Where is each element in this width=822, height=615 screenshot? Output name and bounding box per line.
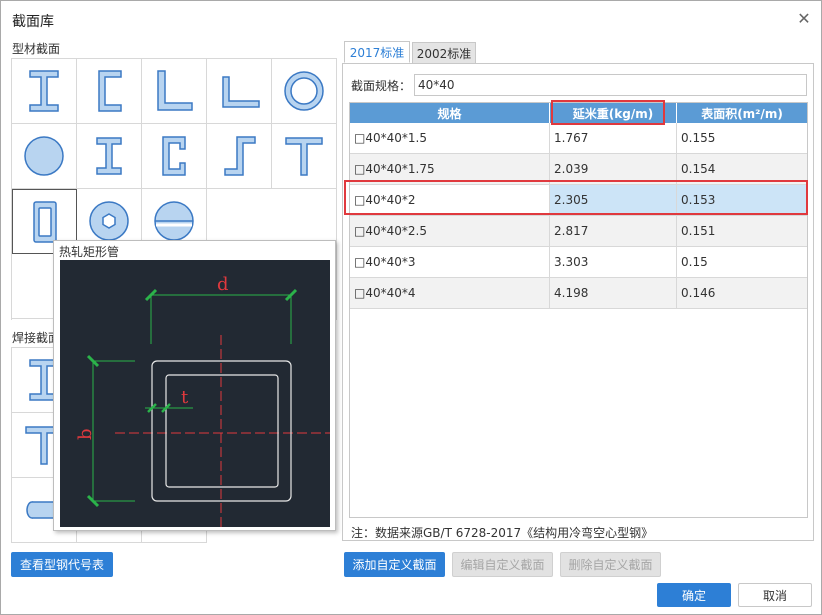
label-t: t — [181, 387, 189, 408]
table-cell-spec: □40*40*4 — [350, 278, 550, 308]
section-library-dialog: 截面库 ✕ 型材截面 焊接截面 查看型钢代号表 热轧矩形管 d b t 2017… — [0, 0, 822, 615]
delete-custom-section-button[interactable]: 删除自定义截面 — [560, 552, 661, 577]
table-cell-area: 0.154 — [681, 162, 716, 176]
table-row[interactable]: □40*40*1.5 1.767 0.155 — [350, 123, 807, 154]
z-section-icon[interactable] — [207, 124, 272, 189]
header-spec[interactable]: 规格 — [350, 103, 550, 123]
table-cell-spec: □40*40*3 — [350, 247, 550, 277]
dialog-title: 截面库 — [12, 14, 54, 30]
table-row[interactable]: □40*40*1.75 2.039 0.154 — [350, 154, 807, 185]
grid-right-border — [336, 58, 337, 320]
table-cell-weight: 2.305 — [550, 185, 677, 215]
table-cell-weight: 1.767 — [550, 123, 677, 153]
table-cell-weight: 2.817 — [550, 216, 677, 246]
spec-table: 规格 延米重(kg/m) 表面积(m²/m) □40*40*1.5 1.767 0.… — [349, 102, 808, 518]
table-row[interactable]: □40*40*3 3.303 0.15 — [350, 247, 807, 278]
round-tube-icon[interactable] — [272, 59, 337, 124]
table-row[interactable]: □40*40*2.5 2.817 0.151 — [350, 216, 807, 247]
edit-custom-section-button[interactable]: 编辑自定义截面 — [452, 552, 553, 577]
spec-input[interactable]: 40*40 — [414, 74, 807, 96]
header-area[interactable]: 表面积(m²/m) — [677, 103, 807, 123]
profile-section-label: 型材截面 — [12, 42, 61, 56]
table-cell-spec: □40*40*2.5 — [350, 216, 550, 246]
table-cell-area: 0.155 — [681, 131, 716, 145]
solid-round-icon[interactable] — [12, 124, 77, 189]
tab-2017-standard[interactable]: 2017标准 — [344, 41, 410, 63]
table-cell-area: 0.15 — [681, 255, 708, 269]
spec-panel: 截面规格： 40*40 规格 延米重(kg/m) 表面积(m²/m) □40*4… — [342, 63, 814, 541]
table-cell-weight: 3.303 — [550, 247, 677, 277]
header-weight[interactable]: 延米重(kg/m) — [550, 103, 677, 123]
table-cell-spec: □40*40*2 — [350, 185, 550, 215]
channel-icon[interactable] — [77, 59, 142, 124]
t-section-icon[interactable] — [272, 124, 337, 189]
table-cell-weight: 4.198 — [550, 278, 677, 308]
unequal-angle-icon[interactable] — [207, 59, 272, 124]
section-preview-tooltip: 热轧矩形管 d b t — [53, 240, 336, 531]
label-b: b — [75, 428, 96, 440]
equal-angle-icon[interactable] — [142, 59, 207, 124]
view-steel-codes-button[interactable]: 查看型钢代号表 — [11, 552, 113, 577]
ok-button[interactable]: 确定 — [657, 583, 731, 607]
data-source-note: 注：数据来源GB/T 6728-2017《结构用冷弯空心型钢》 — [351, 526, 654, 540]
tooltip-title: 热轧矩形管 — [59, 245, 120, 259]
table-cell-area: 0.151 — [681, 224, 716, 238]
table-cell-area: 0.153 — [677, 185, 807, 215]
table-row[interactable]: □40*40*4 4.198 0.146 — [350, 278, 807, 309]
table-cell-spec: □40*40*1.75 — [350, 154, 550, 184]
table-row[interactable]: □40*40*2 2.305 0.153 — [350, 185, 807, 216]
tab-2002-standard[interactable]: 2002标准 — [412, 42, 476, 64]
c-channel-icon[interactable] — [142, 124, 207, 189]
h-beam-icon[interactable] — [77, 124, 142, 189]
label-d: d — [217, 274, 229, 295]
spec-label: 截面规格： — [351, 78, 412, 93]
cancel-button[interactable]: 取消 — [738, 583, 812, 607]
add-custom-section-button[interactable]: 添加自定义截面 — [344, 552, 445, 577]
close-icon[interactable]: ✕ — [796, 11, 812, 27]
table-cell-area: 0.146 — [681, 286, 716, 300]
i-beam-icon[interactable] — [12, 59, 77, 124]
table-cell-weight: 2.039 — [550, 154, 677, 184]
table-cell-spec: □40*40*1.5 — [350, 123, 550, 153]
section-diagram: d b t — [60, 260, 330, 527]
